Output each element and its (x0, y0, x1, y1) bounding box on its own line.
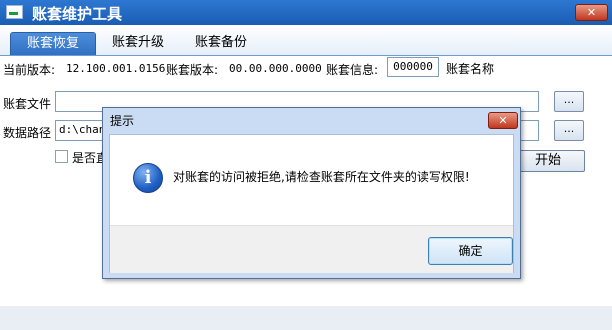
option-checkbox[interactable] (55, 150, 68, 163)
title-bar: 账套维护工具 ✕ (0, 0, 612, 25)
current-version-label: 当前版本: (3, 63, 56, 77)
account-info-label: 账套信息: (326, 63, 379, 77)
dialog-body: i 对账套的访问被拒绝,请检查账套所在文件夹的读写权限! 确定 (109, 134, 514, 273)
tab-account-restore[interactable]: 账套恢复 (10, 32, 96, 56)
account-version-value: 00.00.000.0000 (229, 62, 322, 75)
account-file-label: 账套文件 (3, 97, 52, 111)
account-version-label: 账套版本: (166, 63, 219, 77)
tab-account-upgrade[interactable]: 账套升级 (99, 32, 177, 56)
app-icon (6, 5, 23, 19)
tab-account-backup[interactable]: 账套备份 (182, 32, 260, 56)
status-area (0, 306, 612, 330)
start-button[interactable]: 开始 (511, 150, 585, 172)
info-icon: i (133, 163, 163, 193)
window-title: 账套维护工具 (32, 5, 123, 23)
account-name-label: 账套名称 (446, 62, 495, 76)
data-path-label: 数据路径 (3, 126, 52, 140)
data-path-browse-button[interactable]: ... (554, 120, 584, 141)
account-file-browse-button[interactable]: ... (554, 91, 584, 112)
account-info-field[interactable]: 000000 (387, 57, 439, 77)
dialog-close-button[interactable]: ✕ (488, 112, 518, 129)
dialog-message: 对账套的访问被拒绝,请检查账套所在文件夹的读写权限! (173, 170, 470, 184)
dialog-title: 提示 (110, 114, 135, 128)
tab-bar: 账套恢复 账套升级 账套备份 (0, 25, 612, 56)
window-close-button[interactable]: ✕ (575, 4, 608, 21)
current-version-value: 12.100.001.0156 (66, 62, 166, 75)
alert-dialog: 提示 ✕ i 对账套的访问被拒绝,请检查账套所在文件夹的读写权限! 确定 (102, 107, 521, 279)
ok-button[interactable]: 确定 (428, 237, 513, 265)
